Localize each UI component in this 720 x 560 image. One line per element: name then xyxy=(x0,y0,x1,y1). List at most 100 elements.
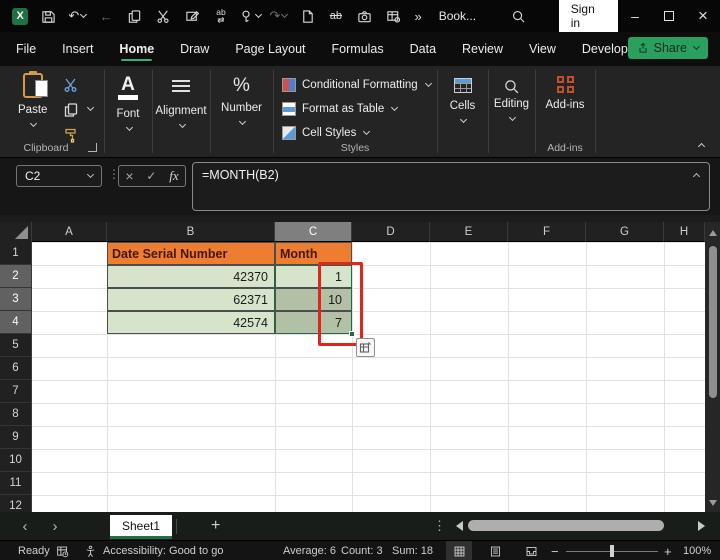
strikethrough-icon[interactable]: ab xyxy=(321,0,350,32)
grid-cells-area[interactable]: Date Serial Number Month 42370 62371 425… xyxy=(32,242,705,512)
cell-B1[interactable]: Date Serial Number xyxy=(107,242,275,265)
undo-chevron-icon[interactable] xyxy=(80,11,87,18)
format-as-table-chevron-icon[interactable] xyxy=(391,104,398,111)
row-header-11[interactable]: 11 xyxy=(0,472,32,495)
cells-chevron-icon[interactable] xyxy=(460,116,467,123)
insert-function-icon[interactable]: fx xyxy=(169,168,178,184)
column-header-d[interactable]: D xyxy=(352,222,430,242)
tab-home[interactable]: Home xyxy=(119,34,154,64)
row-header-4[interactable]: 4 xyxy=(0,311,32,334)
paste-picture-icon[interactable] xyxy=(178,0,207,32)
horizontal-scroll-thumb[interactable] xyxy=(468,520,664,531)
alignment-chevron-icon[interactable] xyxy=(178,121,185,128)
number-chevron-icon[interactable] xyxy=(239,118,246,125)
touch-mode-chevron-icon[interactable] xyxy=(255,11,262,18)
scroll-left-icon[interactable] xyxy=(456,521,463,531)
scroll-right-icon[interactable] xyxy=(698,521,705,531)
tab-insert[interactable]: Insert xyxy=(62,34,93,64)
status-mode[interactable]: Ready xyxy=(18,541,50,560)
alignment-group-button[interactable]: Alignment xyxy=(152,80,210,127)
status-sum[interactable]: Sum: 18 xyxy=(392,541,433,560)
enter-icon[interactable]: ✓ xyxy=(146,169,156,183)
search-icon[interactable] xyxy=(504,0,533,32)
status-count[interactable]: Count: 3 xyxy=(341,541,383,560)
cells-group-button[interactable]: Cells xyxy=(437,78,488,122)
copy-button[interactable] xyxy=(60,99,82,121)
cell-B2[interactable]: 42370 xyxy=(107,265,275,288)
conditional-formatting-chevron-icon[interactable] xyxy=(425,80,432,87)
find-replace-icon[interactable]: ab⇄ xyxy=(207,0,236,32)
conditional-formatting-button[interactable]: Conditional Formatting xyxy=(282,74,434,96)
column-header-e[interactable]: E xyxy=(430,222,508,242)
paste-chevron-icon[interactable] xyxy=(30,120,37,127)
clipboard-dialog-launcher-icon[interactable] xyxy=(88,143,97,152)
vertical-scroll-thumb[interactable] xyxy=(709,246,717,398)
undo-icon[interactable]: ↶ xyxy=(63,0,92,32)
row-header-12[interactable]: 12 xyxy=(0,495,32,512)
cut-button[interactable] xyxy=(60,74,82,96)
macro-record-icon[interactable] xyxy=(56,541,69,560)
tab-view[interactable]: View xyxy=(529,34,556,64)
vertical-scrollbar[interactable] xyxy=(705,222,720,512)
sign-in-button[interactable]: Sign in xyxy=(559,0,618,34)
copy-icon[interactable] xyxy=(120,0,149,32)
cut-icon[interactable] xyxy=(149,0,178,32)
cell-C2-active[interactable]: 1 xyxy=(275,265,352,288)
previous-sheet-icon[interactable]: ‹ xyxy=(10,518,40,535)
document-name[interactable]: Book... xyxy=(439,9,476,23)
tab-bar-options-icon[interactable]: ⋮ xyxy=(433,518,446,534)
save-icon[interactable] xyxy=(34,0,63,32)
tab-file[interactable]: File xyxy=(16,34,36,64)
tab-data[interactable]: Data xyxy=(410,34,436,64)
table-preview-icon[interactable] xyxy=(379,0,408,32)
scroll-down-icon[interactable] xyxy=(709,500,717,506)
tab-page-layout[interactable]: Page Layout xyxy=(235,34,305,64)
cell-C4[interactable]: 7 xyxy=(275,311,352,334)
share-button[interactable]: Share xyxy=(628,37,708,59)
addins-button[interactable]: Add-ins xyxy=(535,76,595,111)
font-group-button[interactable]: A Font xyxy=(104,76,152,130)
cell-styles-button[interactable]: Cell Styles xyxy=(282,122,434,144)
column-header-f[interactable]: F xyxy=(508,222,586,242)
new-sheet-button[interactable]: + xyxy=(211,517,220,535)
font-chevron-icon[interactable] xyxy=(125,124,132,131)
row-header-6[interactable]: 6 xyxy=(0,357,32,380)
tab-draw[interactable]: Draw xyxy=(180,34,209,64)
accessibility-status[interactable]: Accessibility: Good to go xyxy=(84,541,223,560)
collapse-ribbon-icon[interactable] xyxy=(698,143,705,150)
cell-C3[interactable]: 10 xyxy=(275,288,352,311)
column-header-h[interactable]: H xyxy=(664,222,705,242)
formula-bar-collapse-icon[interactable] xyxy=(693,173,700,180)
zoom-slider-thumb[interactable] xyxy=(610,545,614,557)
paste-button[interactable]: Paste xyxy=(18,73,47,126)
excel-logo-icon[interactable]: X xyxy=(12,8,28,25)
camera-icon[interactable] xyxy=(350,0,379,32)
auto-fill-options-button[interactable] xyxy=(356,338,375,357)
scroll-up-icon[interactable] xyxy=(709,230,717,236)
row-header-9[interactable]: 9 xyxy=(0,426,32,449)
cancel-icon[interactable]: × xyxy=(125,168,133,184)
tab-review[interactable]: Review xyxy=(462,34,503,64)
maximize-icon[interactable] xyxy=(652,0,686,32)
sheet-tab-sheet1[interactable]: Sheet1 xyxy=(110,515,172,539)
overflow-more-icon[interactable]: » xyxy=(408,0,429,32)
zoom-in-icon[interactable]: + xyxy=(664,541,672,560)
row-header-5[interactable]: 5 xyxy=(0,334,32,357)
column-header-g[interactable]: G xyxy=(586,222,664,242)
new-file-icon[interactable] xyxy=(293,0,322,32)
name-box[interactable]: C2 xyxy=(16,165,102,187)
formula-input[interactable]: =MONTH(B2) xyxy=(192,162,710,211)
zoom-out-icon[interactable]: − xyxy=(551,541,559,560)
page-break-view-icon[interactable] xyxy=(518,541,544,560)
column-header-b[interactable]: B xyxy=(107,222,275,242)
editing-group-button[interactable]: Editing xyxy=(488,78,535,120)
cell-C1[interactable]: Month xyxy=(275,242,352,265)
column-header-c[interactable]: C xyxy=(275,222,352,242)
row-header-3[interactable]: 3 xyxy=(0,288,32,311)
next-sheet-icon[interactable]: › xyxy=(40,518,70,535)
minimize-icon[interactable]: – xyxy=(618,0,652,32)
status-average[interactable]: Average: 6 xyxy=(283,541,336,560)
cell-B4[interactable]: 42574 xyxy=(107,311,275,334)
select-all-button[interactable] xyxy=(0,222,32,242)
editing-chevron-icon[interactable] xyxy=(509,114,516,121)
